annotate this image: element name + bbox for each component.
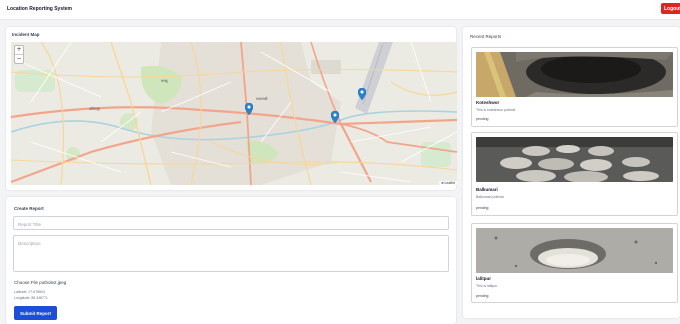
- map-tiles: ललितपुर काठमाडौं बल्खु: [11, 42, 457, 185]
- latitude-readout: Latitude: 27.678604: [14, 290, 45, 294]
- incident-map-card: Incident Map ललितपुर काठमाडौं बल्खु + − …: [6, 27, 457, 190]
- map-marker-icon[interactable]: [331, 111, 339, 123]
- status-badge: pending: [476, 206, 489, 210]
- map-marker-icon[interactable]: [358, 88, 366, 100]
- status-badge: pending: [476, 294, 489, 298]
- file-chooser[interactable]: Choose File pothole2.jpeg: [14, 280, 66, 285]
- recent-reports-card: Recent Reports Koteshwor This is koteshw…: [463, 27, 680, 318]
- svg-text:बल्खु: बल्खु: [161, 79, 168, 83]
- report-photo: [476, 137, 673, 182]
- submit-report-button[interactable]: Submit Report: [14, 306, 57, 320]
- map-attribution[interactable]: ■ Leaflet: [439, 181, 457, 185]
- report-photo: [476, 228, 673, 273]
- longitude-readout: Longitude: 85.348771: [14, 296, 48, 300]
- app-title: Location Reporting System: [7, 6, 73, 12]
- report-item[interactable]: Koteshwor This is koteshwor pothole pend…: [471, 47, 678, 127]
- map-zoom-control: + −: [14, 45, 24, 64]
- report-title: Balkumari: [476, 187, 498, 192]
- report-description: Balkumari pothole: [476, 195, 505, 199]
- description-textarea[interactable]: Description: [13, 235, 449, 272]
- attribution-text: Leaflet: [444, 181, 455, 185]
- svg-text:ललितपुर: ललितपुर: [89, 106, 101, 111]
- svg-text:काठमाडौं: काठमाडौं: [256, 96, 267, 101]
- report-title-input[interactable]: Report Title: [13, 216, 449, 230]
- report-item[interactable]: Balkumari Balkumari pothole pending: [471, 132, 678, 216]
- top-bar: Location Reporting System Logout: [0, 0, 680, 20]
- report-description: This is lalitpur: [476, 284, 498, 288]
- incident-map-title: Incident Map: [12, 32, 40, 37]
- report-item[interactable]: lalitpur This is lalitpur pending: [471, 223, 678, 303]
- status-badge: pending: [476, 117, 489, 121]
- create-report-title: Create Report: [14, 206, 44, 211]
- zoom-out-button[interactable]: −: [15, 55, 23, 64]
- report-description: This is koteshwor pothole: [476, 108, 516, 112]
- zoom-in-button[interactable]: +: [15, 46, 23, 55]
- map-marker-icon[interactable]: [245, 103, 253, 115]
- report-photo: [476, 52, 673, 97]
- incident-map[interactable]: ललितपुर काठमाडौं बल्खु + − ■ Leaflet: [11, 42, 457, 185]
- report-title: Koteshwor: [476, 100, 500, 105]
- logout-button[interactable]: Logout: [661, 3, 680, 14]
- recent-reports-title: Recent Reports: [470, 34, 502, 39]
- report-title: lalitpur: [476, 276, 492, 281]
